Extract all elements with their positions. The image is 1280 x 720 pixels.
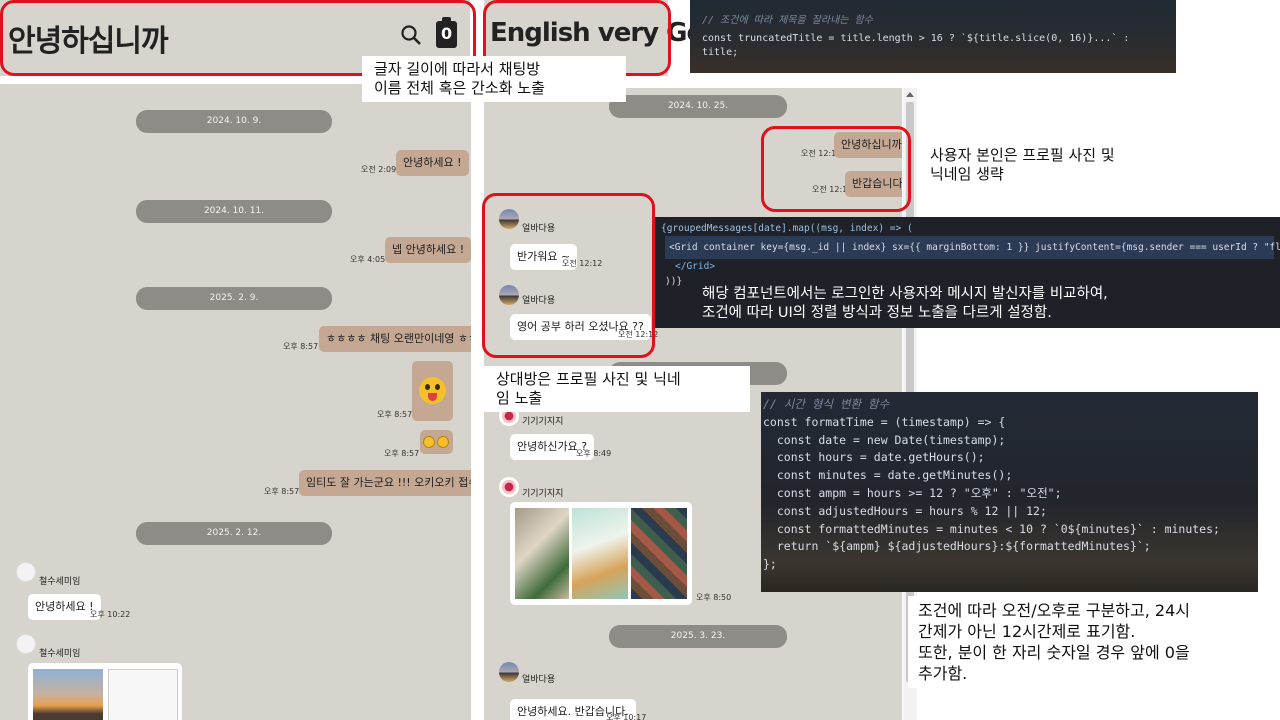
code-line: const adjustedHours = hours % 12 || 12;: [761, 503, 1258, 521]
compare-annotation: 해당 컴포넌트에서는 로그인한 사용자와 메시지 발신자를 비교하여, 조건에 …: [694, 284, 1214, 324]
skincare-photo-thumbnail[interactable]: [572, 508, 628, 599]
sketch-photo-thumbnail[interactable]: [108, 669, 178, 720]
annotation-line: 해당 컴포넌트에서는 로그인한 사용자와 메시지 발신자를 비교하여,: [702, 286, 1108, 302]
annotation-line: 또한, 분이 한 자리 숫자일 경우 앞에 0을: [918, 643, 1190, 662]
code-line-text: return `${ampm} ${adjustedHours}:${forma…: [763, 539, 1151, 554]
message-time: 오전 2:09: [361, 165, 397, 174]
my-message-bubble[interactable]: 넵 안녕하세요 !: [385, 237, 471, 263]
scroll-up-arrow-icon[interactable]: [906, 92, 914, 97]
title-annotation: 글자 길이에 따라서 채팅방 이름 전체 혹은 간소화 노출: [362, 56, 626, 102]
sender-nickname: 기기기지지: [522, 489, 564, 499]
code-line: const formattedMinutes = minutes < 10 ? …: [761, 521, 1258, 539]
code-comment: // 조건에 따라 제목을 잘라내는 함수: [702, 15, 873, 26]
annotation-line: 간제가 아닌 12시간제로 표기함.: [918, 622, 1136, 641]
code-line: const formatTime = (timestamp) => {: [761, 414, 1258, 432]
code-line: </Grid>: [675, 261, 716, 272]
my-messages-highlight: [761, 126, 911, 212]
image-message-card[interactable]: [510, 502, 692, 605]
date-divider: 2025. 2. 12.: [136, 522, 332, 545]
other-messages-highlight: [482, 193, 655, 358]
grin-emoji-icon: [423, 436, 435, 448]
self-annotation: 사용자 본인은 프로필 사진 및 닉네임 생략: [918, 142, 1218, 188]
tongue-emoji-icon: [419, 377, 446, 404]
annotation-line: 사용자 본인은 프로필 사진 및: [930, 146, 1115, 164]
my-message-bubble[interactable]: 안녕하세요 !: [396, 150, 469, 176]
profile-avatar[interactable]: [16, 634, 36, 654]
code-line-text: };: [763, 557, 777, 572]
message-time: 오후 4:05: [350, 255, 386, 264]
date-divider: 2025. 2. 9.: [136, 287, 332, 310]
annotation-line: 닉네임 생략: [930, 165, 1004, 183]
code-line: const truncatedTitle = title.length > 16…: [702, 33, 1130, 58]
code-line-text: const hours = date.getHours();: [763, 450, 985, 465]
code-line: const minutes = date.getMinutes();: [761, 467, 1258, 485]
sender-nickname: 철수세미임: [39, 649, 81, 659]
date-divider: 2024. 10. 11.: [136, 200, 332, 223]
grin-emoji-icon: [437, 436, 449, 448]
code-line: return `${ampm} ${adjustedHours}:${forma…: [761, 538, 1258, 556]
code-comment-text: // 시간 형식 변환 함수: [763, 397, 890, 411]
sender-nickname: 기기기지지: [522, 417, 564, 427]
code-line: const date = new Date(timestamp);: [761, 432, 1258, 450]
code-line-text: const formatTime = (timestamp) => {: [763, 414, 1006, 429]
annotation-line: 임 노출: [496, 389, 543, 407]
format-time-code-snippet: // 시간 형식 변환 함수 const formatTime = (times…: [761, 392, 1258, 592]
code-comment: // 시간 형식 변환 함수: [761, 396, 1258, 414]
profile-avatar[interactable]: [499, 477, 519, 497]
code-line: <Grid container key={msg._id || index} s…: [669, 242, 1280, 253]
message-time: 오후 10:17: [606, 713, 647, 720]
message-time: 오후 8:57: [283, 342, 319, 351]
emoji-eye: [435, 384, 440, 390]
date-divider: 2025. 3. 23.: [609, 625, 787, 648]
message-time: 오후 8:57: [377, 410, 413, 419]
code-line-text: const date = new Date(timestamp);: [763, 432, 1006, 447]
code-line-text: const formattedMinutes = minutes < 10 ? …: [763, 521, 1220, 536]
left-panel-divider: [471, 76, 484, 720]
sender-nickname: 철수세미임: [39, 577, 81, 587]
code-line-text: const adjustedHours = hours % 12 || 12;: [763, 503, 1047, 518]
code-line: const ampm = hours >= 12 ? "오후" : "오전";: [761, 485, 1258, 503]
code-line-text: const minutes = date.getMinutes();: [763, 468, 1013, 483]
my-message-bubble[interactable]: 임티도 잘 가는군요 !!! 오키오키 접수 !!: [299, 470, 471, 496]
time-format-annotation: 조건에 따라 오전/오후로 구분하고, 24시 간제가 아닌 12시간제로 표기…: [908, 596, 1280, 688]
my-message-bubble[interactable]: ㅎㅎㅎㅎ 채팅 오랜만이네영 ㅎㅎ: [319, 326, 471, 352]
left-chat-body: 2024. 10. 9. 오전 2:09 안녕하세요 ! 2024. 10. 1…: [0, 84, 471, 720]
title-code-snippet: // 조건에 따라 제목을 잘라내는 함수 const truncatedTit…: [690, 0, 1176, 73]
code-line: const hours = date.getHours();: [761, 449, 1258, 467]
date-divider: 2024. 10. 25.: [609, 95, 787, 118]
cosmetics-photo-thumbnail[interactable]: [515, 508, 569, 599]
annotation-line: 이름 전체 혹은 간소화 노출: [374, 79, 545, 97]
annotation-line: 조건에 따라 오전/오후로 구분하고, 24시: [918, 601, 1190, 620]
message-time: 오후 10:22: [90, 610, 131, 619]
sunset-photo-thumbnail[interactable]: [33, 669, 103, 720]
emoji-message-bubble[interactable]: [420, 430, 453, 454]
code-highlight-line: <Grid container key={msg._id || index} s…: [665, 236, 1280, 259]
image-message-card[interactable]: [28, 663, 182, 720]
annotation-line: 글자 길이에 따라서 채팅방: [374, 60, 541, 78]
message-time: 오후 8:57: [384, 449, 420, 458]
annotation-line: 상대방은 프로필 사진 및 닉네: [496, 370, 681, 388]
emoticon-bubble[interactable]: [412, 361, 453, 421]
profile-avatar[interactable]: [499, 662, 519, 682]
annotation-line: 추가함.: [918, 664, 968, 683]
profile-avatar[interactable]: [16, 562, 36, 582]
message-time: 오후 8:57: [264, 487, 300, 496]
emoji-tongue: [428, 393, 437, 401]
sender-nickname: 얼바다용: [522, 675, 556, 685]
annotation-line: 조건에 따라 UI의 정렬 방식과 정보 노출을 다르게 설정함.: [702, 305, 1052, 321]
message-time: 오후 8:49: [576, 449, 612, 458]
date-divider: 2024. 10. 9.: [136, 110, 332, 133]
emoji-eye: [425, 384, 430, 390]
other-annotation: 상대방은 프로필 사진 및 닉네 임 노출: [484, 366, 750, 412]
palette-photo-thumbnail[interactable]: [631, 508, 687, 599]
code-line: };: [761, 556, 1258, 574]
code-line-text: const ampm = hours >= 12 ? "오후" : "오전";: [763, 485, 1062, 500]
message-time: 오후 8:50: [696, 593, 732, 602]
code-line: {groupedMessages[date].map((msg, index) …: [661, 223, 913, 234]
